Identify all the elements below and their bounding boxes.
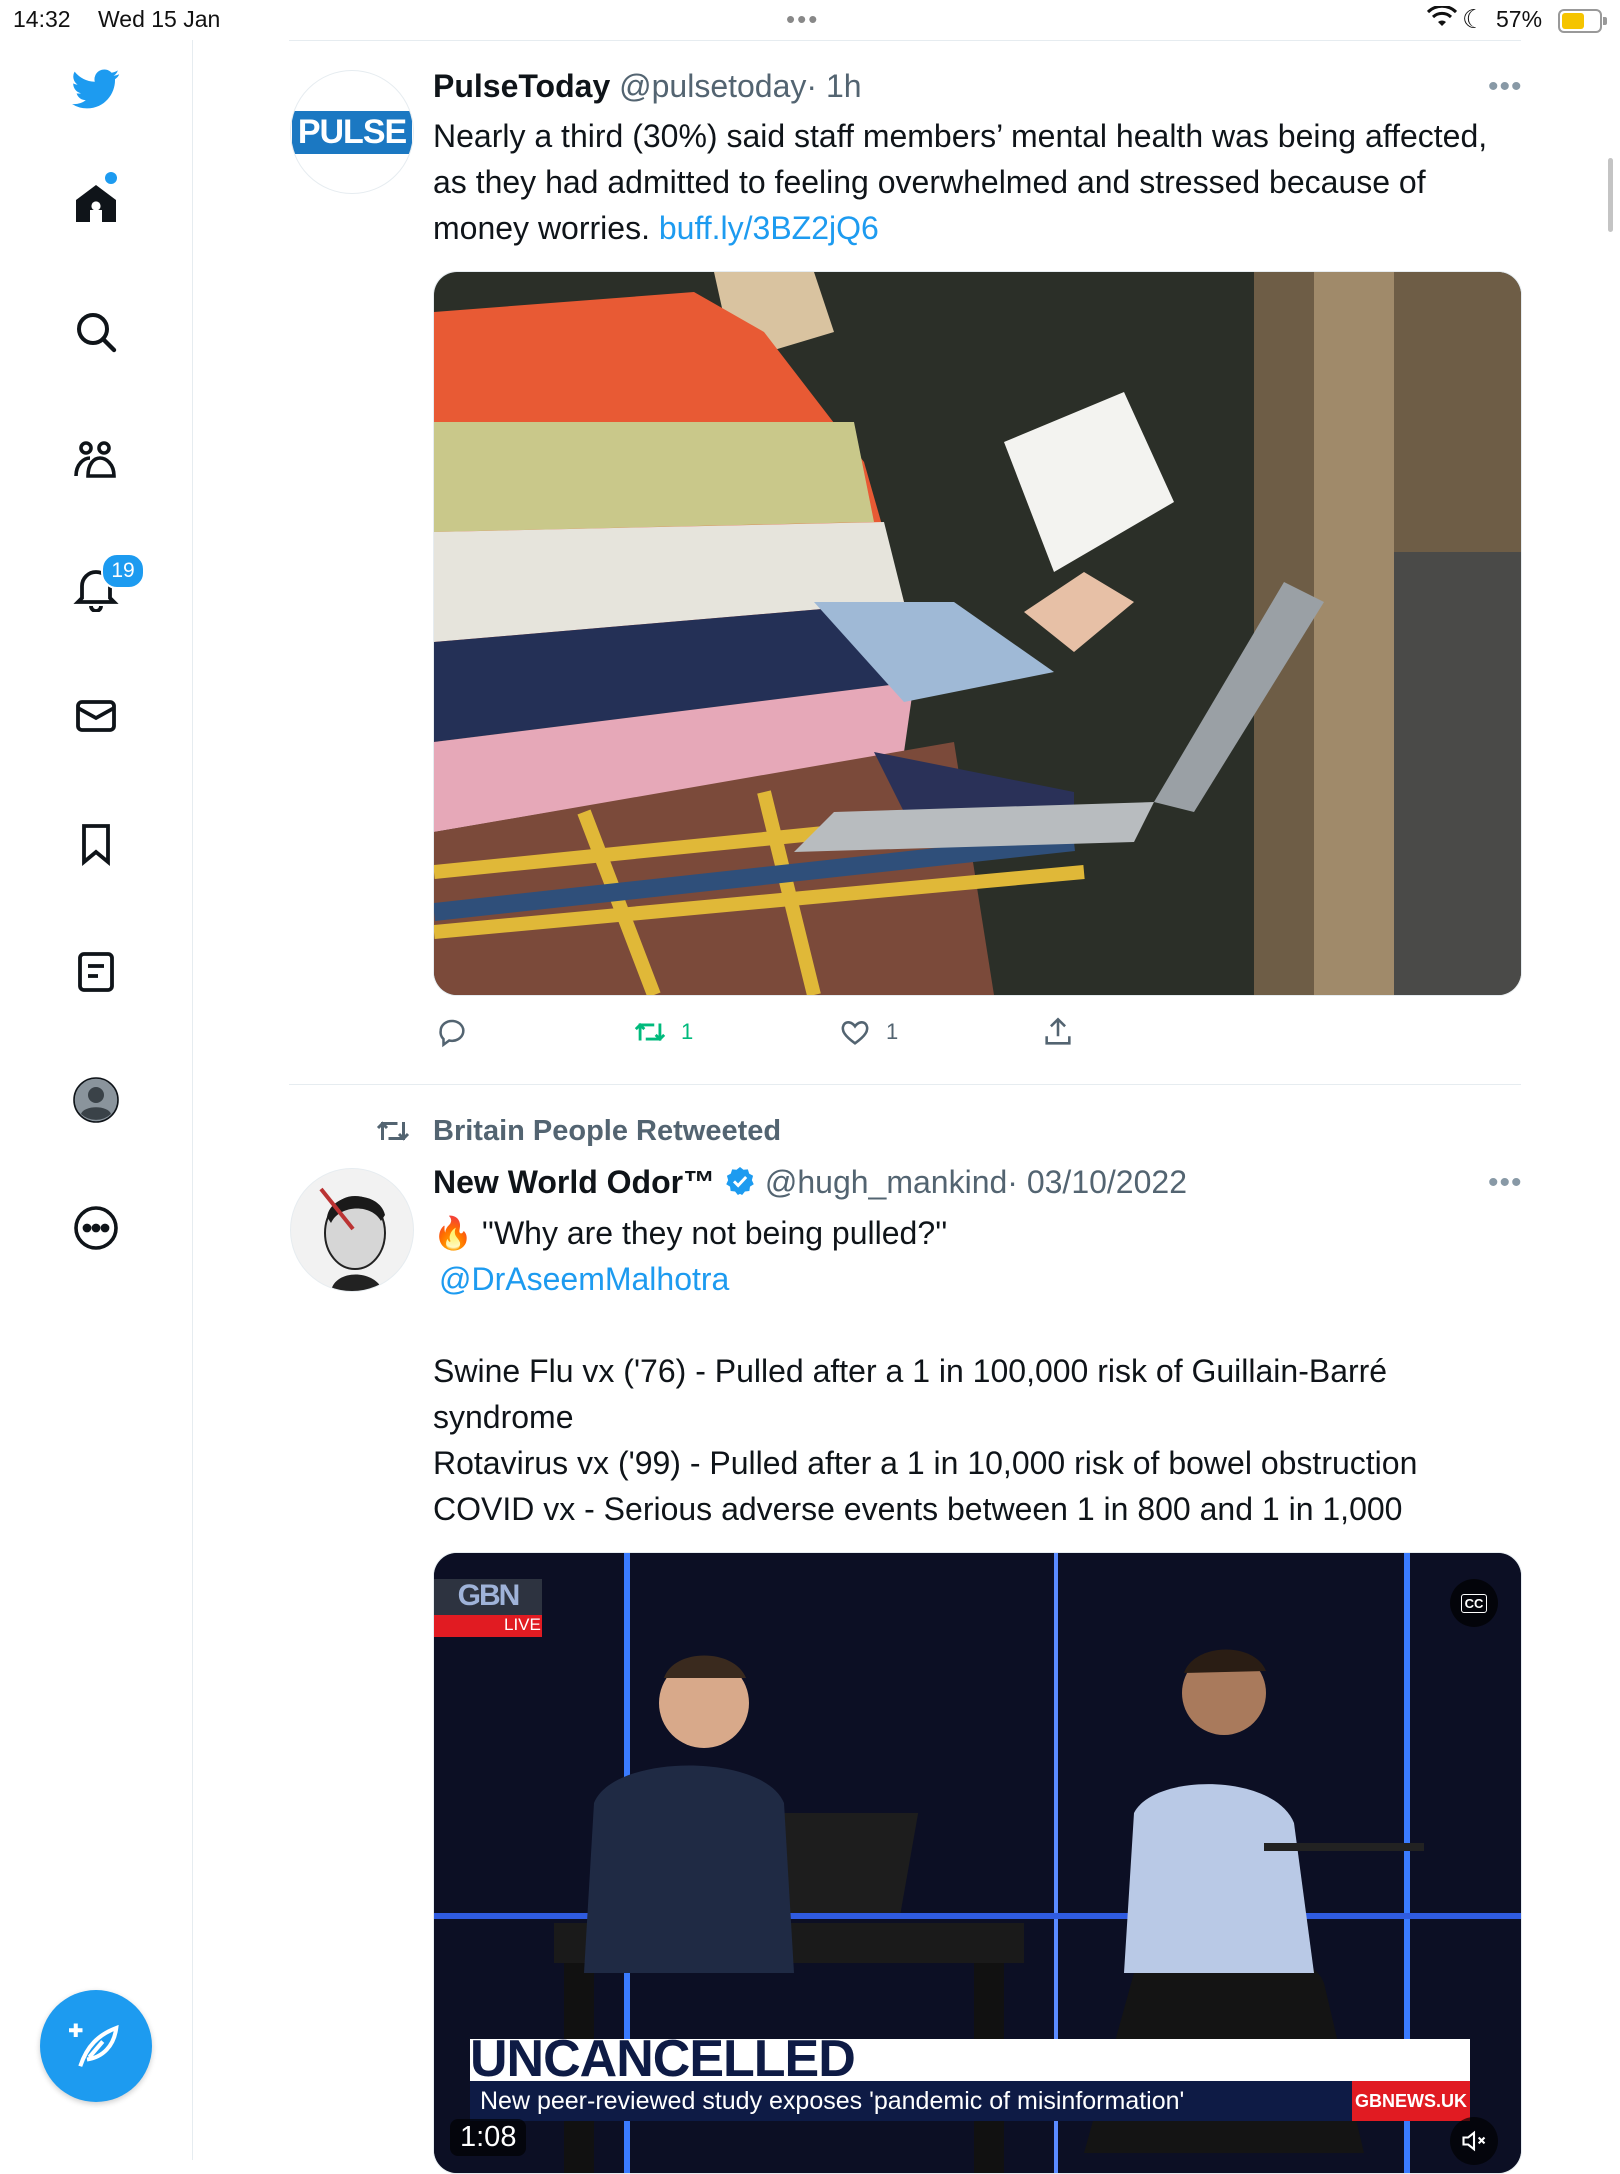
tweet-quote-line: 🔥 ''Why are they not being pulled?'' [433, 1215, 948, 1251]
tweet-text: Nearly a third (30%) said staff members’… [433, 113, 1523, 251]
tweet-text: 🔥 ''Why are they not being pulled?'' @Dr… [433, 1210, 1533, 1532]
mention-link[interactable]: @DrAseemMalhotra [439, 1261, 729, 1297]
tweet-more-icon[interactable]: ••• [1488, 1166, 1523, 1200]
scrollbar[interactable] [1608, 158, 1613, 232]
wifi-icon [1426, 4, 1458, 34]
more-options-icon[interactable] [64, 1196, 128, 1260]
reply-icon [439, 1019, 465, 1048]
compose-feather-icon [69, 2023, 119, 2067]
mute-button[interactable] [1450, 2117, 1498, 2165]
bookmarks-icon[interactable] [64, 812, 128, 876]
tweet-body-line: syndrome [433, 1399, 574, 1435]
lists-icon[interactable] [64, 940, 128, 1004]
closed-captions-button[interactable]: CC [1450, 1579, 1498, 1627]
twitter-logo-icon[interactable] [64, 57, 128, 121]
headline-text: UNCANCELLED [470, 2030, 856, 2088]
tweet-video[interactable]: GBN LIVE CC UNCANCELLED New peer-reviewe… [433, 1552, 1522, 2174]
like-button[interactable]: 1 [838, 1015, 898, 1049]
status-time: 14:32 [13, 6, 71, 32]
pulse-logo: PULSE [291, 110, 413, 154]
share-icon [1045, 1017, 1071, 1045]
tweet-body-line: COVID vx - Serious adverse events betwee… [433, 1491, 1403, 1527]
woman-laptop-photo [434, 272, 1521, 995]
status-bar: 14:32 Wed 15 Jan ••• ☾ 57% [0, 0, 1620, 40]
focus-moon-icon: ☾ [1462, 4, 1486, 34]
verified-badge-icon [724, 1165, 756, 1205]
tweet-body-line: Rotavirus vx ('99) - Pulled after a 1 in… [433, 1445, 1418, 1481]
messages-icon[interactable] [64, 684, 128, 748]
status-date: Wed 15 Jan [98, 6, 221, 32]
home-unread-dot [105, 172, 117, 184]
multitasking-dots-icon[interactable]: ••• [786, 4, 819, 35]
retweet-icon [634, 1022, 666, 1042]
tweet-more-icon[interactable]: ••• [1488, 70, 1523, 104]
tweet-time[interactable]: · 1h [806, 68, 861, 104]
gbn-channel-logo: GBN [434, 1579, 542, 1615]
tweet-header: New World Odor™ @hugh_mankind· 03/10/202… [433, 1164, 1187, 1205]
tweet-body-line: Swine Flu vx ('76) - Pulled after a 1 in… [433, 1353, 1388, 1389]
compose-tweet-button[interactable] [40, 1990, 152, 2102]
tweet-header: PulseToday @pulsetoday· 1h [433, 68, 862, 105]
author-name[interactable]: New World Odor™ [433, 1164, 715, 1200]
retweet-count: 1 [681, 1019, 694, 1044]
muted-speaker-icon [1462, 2130, 1486, 2152]
communities-icon[interactable] [64, 428, 128, 492]
pulsetoday-avatar[interactable]: PULSE [290, 70, 414, 194]
ticker-text: New peer-reviewed study exposes 'pandemi… [480, 2087, 1185, 2115]
reply-button[interactable] [435, 1015, 469, 1049]
tweet-body: Nearly a third (30%) said staff members’… [433, 118, 1488, 246]
profile-avatar-icon[interactable] [64, 1068, 128, 1132]
battery-icon [1558, 9, 1607, 33]
battery-percent: 57% [1496, 6, 1543, 32]
cc-icon: CC [1460, 1593, 1488, 1613]
gbnews-url: GBNEWS.UK [1352, 2081, 1470, 2121]
retweeted-icon [373, 1113, 413, 1154]
share-button[interactable] [1041, 1015, 1075, 1049]
tweet-divider [289, 1084, 1521, 1085]
tweet-link[interactable]: buff.ly/3BZ2jQ6 [659, 210, 879, 246]
feed-divider [289, 40, 1521, 41]
author-name[interactable]: PulseToday [433, 68, 610, 104]
like-count: 1 [886, 1019, 899, 1044]
live-badge: LIVE [434, 1615, 542, 1637]
video-duration: 1:08 [450, 2119, 527, 2156]
ticker-bar: New peer-reviewed study exposes 'pandemi… [470, 2081, 1470, 2121]
search-icon[interactable] [64, 300, 128, 364]
headline-banner: UNCANCELLED [470, 2033, 1470, 2085]
retweeted-by-label[interactable]: Britain People Retweeted [433, 1115, 781, 1148]
tweet-image[interactable] [433, 271, 1522, 996]
author-handle[interactable]: @pulsetoday [619, 68, 806, 104]
author-handle[interactable]: @hugh_mankind [765, 1164, 1007, 1200]
new-world-odor-avatar[interactable] [290, 1168, 414, 1292]
caricature-image [291, 1169, 413, 1291]
tweet-time[interactable]: · 03/10/2022 [1007, 1164, 1187, 1200]
retweet-button[interactable]: 1 [633, 1015, 693, 1049]
heart-icon [841, 1021, 869, 1045]
home-icon[interactable] [64, 172, 128, 236]
notification-badge: 19 [101, 553, 145, 589]
